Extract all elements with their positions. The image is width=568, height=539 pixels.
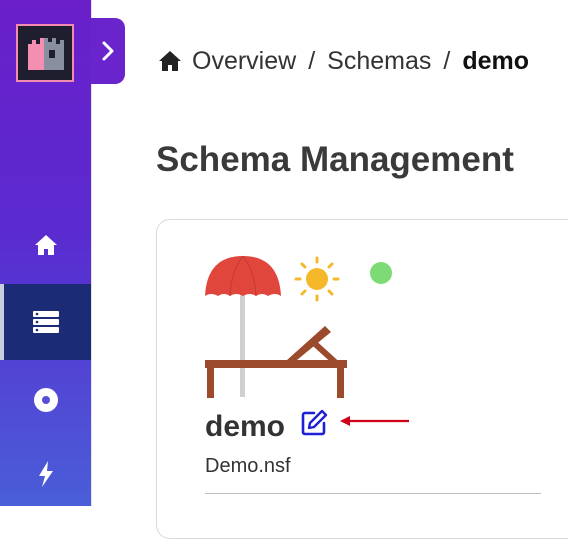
home-icon xyxy=(159,51,181,71)
home-icon xyxy=(34,235,57,255)
annotation-arrow-icon xyxy=(340,416,409,426)
database-list-icon xyxy=(32,311,59,333)
sidebar-item-schemas[interactable] xyxy=(0,284,91,360)
breadcrumb-overview[interactable]: Overview xyxy=(192,47,296,76)
breadcrumb: Overview / Schemas / demo xyxy=(158,44,529,78)
breadcrumb-schemas[interactable]: Schemas xyxy=(327,47,431,76)
card-divider xyxy=(205,493,541,494)
sidebar-item-lightning[interactable] xyxy=(0,436,91,512)
edit-icon xyxy=(301,409,328,436)
breadcrumb-home-icon[interactable] xyxy=(158,50,182,72)
disc-icon xyxy=(33,388,58,412)
schema-card[interactable]: demo Demo.nsf xyxy=(156,219,568,539)
sidebar-expand-button[interactable] xyxy=(91,18,125,84)
lightning-icon xyxy=(38,461,53,487)
breadcrumb-separator: / xyxy=(308,46,316,75)
schema-name: demo xyxy=(205,410,286,443)
beach-lounger-illustration xyxy=(205,255,347,398)
sidebar-item-disc[interactable] xyxy=(0,362,91,438)
chevron-right-icon xyxy=(102,41,114,61)
breadcrumb-current: demo xyxy=(462,46,529,75)
page-title: Schema Management xyxy=(156,140,514,179)
schema-file-name: Demo.nsf xyxy=(205,455,291,477)
castle-logo-icon xyxy=(18,26,72,80)
sidebar xyxy=(0,0,91,506)
breadcrumb-separator: / xyxy=(443,46,451,75)
edit-schema-button[interactable] xyxy=(299,408,329,443)
status-indicator xyxy=(370,262,392,284)
app-logo[interactable] xyxy=(16,24,74,82)
sidebar-item-home[interactable] xyxy=(0,207,91,283)
